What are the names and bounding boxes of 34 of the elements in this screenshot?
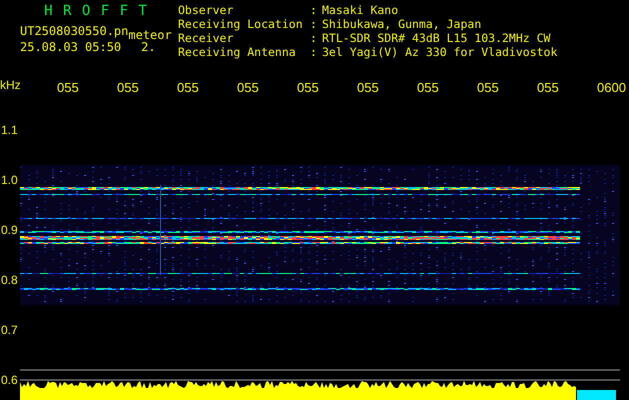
time-label: 055 bbox=[297, 80, 319, 95]
time-label: 055 bbox=[57, 80, 79, 95]
info-value: RTL-SDR SDR# 43dB L15 103.2MHz CW bbox=[322, 32, 552, 46]
unit-label: kHz bbox=[0, 78, 21, 92]
info-colon: : bbox=[310, 46, 318, 60]
frequency-label: 0.9 bbox=[1, 223, 18, 237]
time-label: 0600 bbox=[597, 80, 626, 95]
date-time: 25.08.03 05:50 bbox=[20, 40, 122, 54]
frequency-label: 0.8 bbox=[1, 273, 18, 287]
time-label: 055 bbox=[537, 80, 559, 95]
mode-label: meteor bbox=[128, 28, 172, 42]
info-label: Receiver bbox=[178, 32, 234, 46]
info-value: 3el Yagi(V) Az 330 for Vladivostok bbox=[322, 46, 558, 60]
info-label: Observer bbox=[178, 4, 234, 18]
frequency-label: 0.7 bbox=[1, 323, 18, 337]
frequency-label: 1.0 bbox=[1, 173, 18, 187]
info-colon: : bbox=[310, 18, 318, 32]
time-label: 055 bbox=[177, 80, 199, 95]
time-label: 055 bbox=[237, 80, 259, 95]
frequency-label: 0.6 bbox=[1, 373, 18, 387]
info-value: Shibukawa, Gunma, Japan bbox=[322, 18, 482, 32]
time-label: 055 bbox=[357, 80, 379, 95]
info-value: Masaki Kano bbox=[322, 4, 400, 18]
app-title: H R O F F T bbox=[43, 4, 149, 18]
time-label: 055 bbox=[417, 80, 439, 95]
info-label: Receiving Antenna bbox=[178, 46, 297, 60]
value-label: 2. bbox=[141, 40, 156, 54]
info-label: Receiving Location bbox=[178, 18, 304, 32]
info-colon: : bbox=[310, 4, 318, 18]
info-colon: : bbox=[310, 32, 318, 46]
time-label: 055 bbox=[117, 80, 139, 95]
frequency-label: 1.1 bbox=[1, 123, 18, 137]
file-name: UT2508030550.pn bbox=[20, 24, 128, 38]
time-label: 055 bbox=[477, 80, 499, 95]
